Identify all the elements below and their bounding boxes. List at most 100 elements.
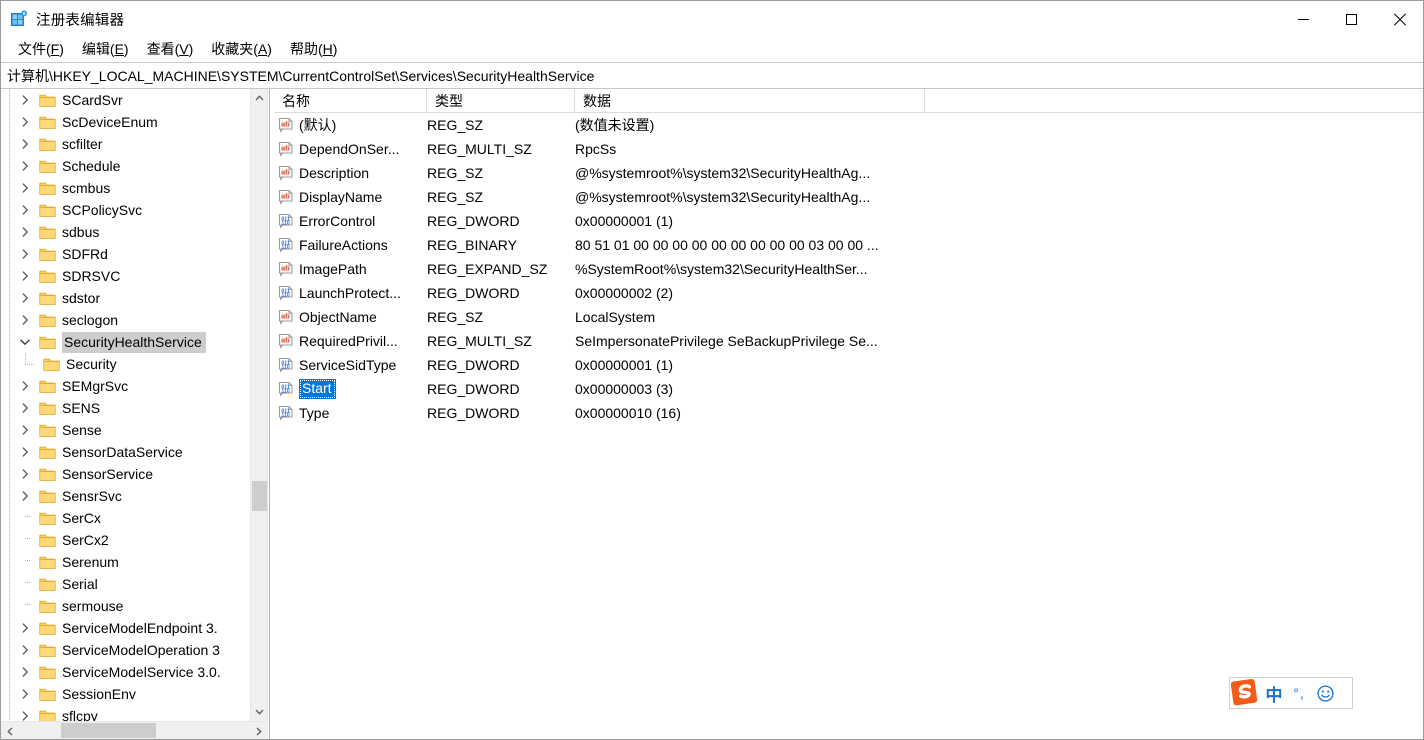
tree-item-servicemodelendpoint-3[interactable]: ServiceModelEndpoint 3. (1, 617, 250, 639)
tree-item-sensrsvc[interactable]: SensrSvc (1, 485, 250, 507)
chevron-right-icon[interactable] (17, 89, 33, 111)
menu-edit[interactable]: 编辑(E) (73, 37, 138, 62)
tree-item-sensordataservice[interactable]: SensorDataService (1, 441, 250, 463)
table-row[interactable]: 011 110 FailureActions REG_BINARY 80 51 01 0… (274, 233, 1423, 257)
chevron-right-icon[interactable] (17, 419, 33, 441)
tree-item-scfilter[interactable]: scfilter (1, 133, 250, 155)
table-row[interactable]: 011 110 Start REG_DWORD 0x00000003 (3) (274, 377, 1423, 401)
chevron-right-icon[interactable] (17, 111, 33, 133)
tree-item-serial[interactable]: Serial (1, 573, 250, 595)
tree-item-scardsvr[interactable]: SCardSvr (1, 89, 250, 111)
chevron-right-icon[interactable] (17, 265, 33, 287)
value-data: 0x00000001 (1) (575, 213, 674, 229)
chevron-right-icon[interactable] (17, 441, 33, 463)
tree-item-servicemodelservice-3-0[interactable]: ServiceModelService 3.0. (1, 661, 250, 683)
chevron-right-icon[interactable] (17, 221, 33, 243)
chevron-right-icon[interactable] (17, 617, 33, 639)
table-row[interactable]: ab DisplayName REG_SZ @%systemroot%\system3… (274, 185, 1423, 209)
tree-item-security[interactable]: Security (1, 353, 250, 375)
address-bar[interactable]: 计算机\HKEY_LOCAL_MACHINE\SYSTEM\CurrentCon… (1, 62, 1423, 89)
table-row[interactable]: 011 110 LaunchProtect... REG_DWORD 0x0000000… (274, 281, 1423, 305)
tree-item-sdfrd[interactable]: SDFRd (1, 243, 250, 265)
scroll-left-icon[interactable] (1, 722, 19, 740)
column-header-type[interactable]: 类型 (427, 88, 575, 113)
tree-horizontal-scrollbar[interactable] (1, 721, 268, 739)
tree-item-sdbus[interactable]: sdbus (1, 221, 250, 243)
chevron-right-icon[interactable] (17, 243, 33, 265)
tree-item-label: ServiceModelEndpoint 3. (62, 620, 218, 636)
chevron-right-icon[interactable] (17, 463, 33, 485)
tree-item-sense[interactable]: Sense (1, 419, 250, 441)
scroll-up-icon[interactable] (251, 89, 267, 107)
chevron-right-icon[interactable] (17, 661, 33, 683)
table-row[interactable]: ab ObjectName REG_SZ LocalSystem (274, 305, 1423, 329)
tree-item-scdeviceenum[interactable]: ScDeviceEnum (1, 111, 250, 133)
tree-item-sessionenv[interactable]: SessionEnv (1, 683, 250, 705)
table-row[interactable]: 011 110 Type REG_DWORD 0x00000010 (16) (274, 401, 1423, 425)
table-row[interactable]: ab RequiredPrivil... REG_MULTI_SZ SeImperso… (274, 329, 1423, 353)
minimize-button[interactable] (1279, 1, 1327, 37)
maximize-button[interactable] (1327, 1, 1375, 37)
tree-item-sens[interactable]: SENS (1, 397, 250, 419)
sogou-logo-icon[interactable] (1228, 677, 1262, 707)
chevron-right-icon[interactable] (17, 199, 33, 221)
folder-icon (39, 445, 56, 460)
tree-indent-guide (1, 287, 17, 309)
chevron-down-icon[interactable] (17, 331, 33, 353)
chevron-right-icon[interactable] (17, 287, 33, 309)
tree-scroll-thumb[interactable] (252, 481, 267, 511)
tree-hscroll-thumb[interactable] (61, 723, 156, 738)
tree-item-scpolicysvc[interactable]: SCPolicySvc (1, 199, 250, 221)
tree-item-sdstor[interactable]: sdstor (1, 287, 250, 309)
chevron-right-icon[interactable] (17, 397, 33, 419)
table-row[interactable]: ab ImagePath REG_EXPAND_SZ %SystemRoot%\sys… (274, 257, 1423, 281)
menu-view[interactable]: 查看(V) (138, 37, 203, 62)
table-row[interactable]: ab DependOnSer... REG_MULTI_SZ RpcSs (274, 137, 1423, 161)
table-row[interactable]: 011 110 ErrorControl REG_DWORD 0x00000001 (1… (274, 209, 1423, 233)
registry-tree[interactable]: SCardSvr ScDeviceEnum scfilter Schedule scmb… (1, 89, 250, 721)
chevron-right-icon[interactable] (17, 639, 33, 661)
chevron-right-icon[interactable] (17, 375, 33, 397)
values-list[interactable]: ab (默认) REG_SZ (数值未设置) ab DependOnSer... REG_M… (274, 113, 1423, 739)
tree-item-serenum[interactable]: Serenum (1, 551, 250, 573)
tree-item-seclogon[interactable]: seclogon (1, 309, 250, 331)
tree-item-sflcpy[interactable]: sflcpy (1, 705, 250, 721)
ime-emoji-icon[interactable] (1312, 678, 1338, 708)
ime-punctuation-toggle[interactable]: °, (1286, 678, 1312, 708)
tree-item-schedule[interactable]: Schedule (1, 155, 250, 177)
tree-item-sercx[interactable]: SerCx (1, 507, 250, 529)
table-row[interactable]: ab (默认) REG_SZ (数值未设置) (274, 113, 1423, 137)
tree-item-sdrsvc[interactable]: SDRSVC (1, 265, 250, 287)
tree-item-scmbus[interactable]: scmbus (1, 177, 250, 199)
table-row[interactable]: 011 110 ServiceSidType REG_DWORD 0x00000001 … (274, 353, 1423, 377)
menu-file[interactable]: 文件(F) (9, 37, 73, 62)
scroll-down-icon[interactable] (251, 703, 267, 721)
tree-item-sensorservice[interactable]: SensorService (1, 463, 250, 485)
tree-vertical-scrollbar[interactable] (250, 89, 267, 721)
menu-favorites[interactable]: 收藏夹(A) (202, 37, 281, 62)
chevron-right-icon[interactable] (17, 155, 33, 177)
tree-item-sercx2[interactable]: SerCx2 (1, 529, 250, 551)
column-header-data[interactable]: 数据 (575, 88, 925, 113)
column-header-name[interactable]: 名称 (274, 88, 427, 113)
ime-language-mode[interactable]: 中 (1262, 678, 1286, 708)
chevron-right-icon[interactable] (17, 133, 33, 155)
tree-item-securityhealthservice[interactable]: SecurityHealthService (1, 331, 250, 353)
close-button[interactable] (1375, 1, 1423, 37)
chevron-right-icon[interactable] (17, 705, 33, 721)
tree-item-semgrsvc[interactable]: SEMgrSvc (1, 375, 250, 397)
folder-icon (39, 511, 56, 526)
tree-item-servicemodeloperation-3[interactable]: ServiceModelOperation 3 (1, 639, 250, 661)
menu-help[interactable]: 帮助(H) (281, 37, 346, 62)
table-row[interactable]: ab Description REG_SZ @%systemroot%\system3… (274, 161, 1423, 185)
tree-item-sermouse[interactable]: sermouse (1, 595, 250, 617)
chevron-right-icon[interactable] (17, 485, 33, 507)
chevron-right-icon[interactable] (17, 309, 33, 331)
minimize-icon (1297, 18, 1309, 20)
sogou-ime-toolbar[interactable]: 中 °, (1229, 677, 1353, 709)
chevron-right-icon[interactable] (17, 683, 33, 705)
tree-item-label: sflcpy (62, 708, 98, 721)
scroll-right-icon[interactable] (250, 722, 268, 740)
tree-item-label: SDRSVC (62, 268, 121, 284)
chevron-right-icon[interactable] (17, 177, 33, 199)
